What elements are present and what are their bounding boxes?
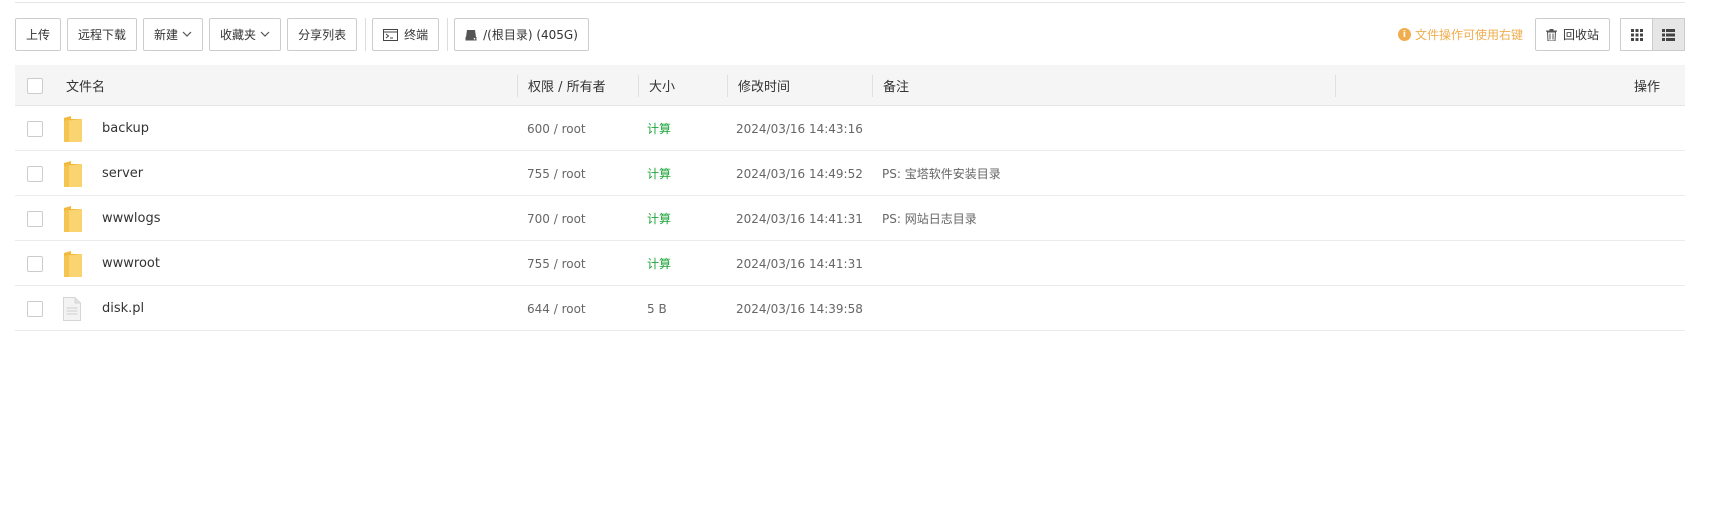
header-name[interactable]: 文件名 [66,65,105,106]
right-click-hint: i 文件操作可使用右键 [1397,26,1523,43]
list-view-icon[interactable] [1652,18,1685,51]
path-label: /(根目录) (405G) [483,28,578,42]
view-toggle [1620,18,1685,51]
row-select-cell [27,106,43,151]
table-row[interactable]: disk.pl 644 / root 5 B 2024/03/16 14:39:58 [15,286,1685,331]
modified-time: 2024/03/16 14:41:31 [736,256,863,271]
modified-time: 2024/03/16 14:43:16 [736,121,863,136]
note-text[interactable]: PS: 网站日志目录 [882,196,977,241]
row-checkbox[interactable] [27,120,43,137]
column-resizer[interactable] [638,75,639,97]
modified-time: 2024/03/16 14:39:58 [736,301,863,316]
column-resizer[interactable] [872,75,873,97]
remote-download-button[interactable]: 远程下载 [67,18,138,51]
table-row[interactable]: wwwroot 755 / root 计算 2024/03/16 14:41:31 [15,241,1685,286]
info-icon: i [1397,28,1411,41]
file-name-link[interactable]: wwwlogs [102,196,161,241]
table-header: 文件名 权限 / 所有者 大小 修改时间 备注 操作 [15,65,1685,106]
recycle-label: 回收站 [1562,28,1599,42]
right-tools: i 文件操作可使用右键 回收站 [1397,18,1685,51]
file-size: 5 B [647,301,667,316]
toolbar-divider [447,18,449,51]
chevron-down-icon [182,29,192,40]
note-text[interactable]: PS: 宝塔软件安装目录 [882,151,1001,196]
folder-icon [63,151,83,196]
row-select-cell [27,286,43,331]
chevron-down-icon [260,29,270,40]
modified-time: 2024/03/16 14:49:52 [736,166,863,181]
header-size[interactable]: 大小 [649,65,675,106]
terminal-icon [383,28,399,41]
header-note: 备注 [883,80,910,95]
modified-time: 2024/03/16 14:41:31 [736,211,863,226]
row-select-cell [27,241,43,286]
header-ops: 操作 [1633,80,1660,95]
row-select-cell [27,151,43,196]
favorites-dropdown-button[interactable]: 收藏夹 [209,18,282,51]
file-name-link[interactable]: disk.pl [102,286,144,331]
permission-owner[interactable]: 755 / root [527,151,586,196]
upload-button[interactable]: 上传 [15,18,62,51]
terminal-button[interactable]: 终端 [372,18,440,51]
calculate-size-link[interactable]: 计算 [647,151,671,196]
permission-owner[interactable]: 755 / root [527,241,586,286]
table-body: backup 600 / root 计算 2024/03/16 14:43:16 ser… [15,106,1685,331]
file-name-link[interactable]: backup [102,106,149,151]
file-table: 文件名 权限 / 所有者 大小 修改时间 备注 操作 backup 600 / r… [15,65,1685,331]
table-row[interactable]: wwwlogs 700 / root 计算 2024/03/16 14:41:31 PS… [15,196,1685,241]
row-checkbox[interactable] [27,165,43,182]
row-checkbox[interactable] [27,210,43,227]
select-all-cell [27,65,43,106]
terminal-label: 终端 [404,28,429,42]
favorites-label: 收藏夹 [220,28,257,42]
top-divider [15,0,1685,3]
table-row[interactable]: backup 600 / root 计算 2024/03/16 14:43:16 [15,106,1685,151]
calculate-size-link[interactable]: 计算 [647,106,671,151]
column-resizer[interactable] [1335,75,1336,97]
folder-icon [63,196,83,241]
folder-icon [63,106,83,151]
header-mtime[interactable]: 修改时间 [738,65,790,106]
permission-owner[interactable]: 700 / root [527,196,586,241]
file-name-link[interactable]: server [102,151,143,196]
toolbar-divider [365,18,367,51]
grid-view-icon[interactable] [1620,18,1653,51]
table-row[interactable]: server 755 / root 计算 2024/03/16 14:49:52 PS:… [15,151,1685,196]
row-select-cell [27,196,43,241]
header-permission[interactable]: 权限 / 所有者 [528,65,606,106]
share-list-button[interactable]: 分享列表 [287,18,358,51]
column-resizer[interactable] [517,75,518,97]
permission-owner[interactable]: 600 / root [527,106,586,151]
hint-text: 文件操作可使用右键 [1414,28,1523,42]
calculate-size-link[interactable]: 计算 [647,241,671,286]
file-icon [63,286,81,331]
trash-icon [1545,28,1557,41]
row-checkbox[interactable] [27,255,43,272]
permission-owner[interactable]: 644 / root [527,286,586,331]
new-label: 新建 [154,28,179,42]
new-dropdown-button[interactable]: 新建 [143,18,204,51]
disk-icon [465,29,477,41]
recycle-bin-button[interactable]: 回收站 [1534,18,1610,51]
calculate-size-link[interactable]: 计算 [647,196,671,241]
select-all-checkbox[interactable] [27,77,43,94]
folder-icon [63,241,83,286]
column-resizer[interactable] [727,75,728,97]
path-button[interactable]: /(根目录) (405G) [454,18,589,51]
row-checkbox[interactable] [27,300,43,317]
toolbar: 上传 远程下载 新建 收藏夹 分享列表 终端 /(根目录) (405G) [15,18,595,51]
file-name-link[interactable]: wwwroot [102,241,160,286]
